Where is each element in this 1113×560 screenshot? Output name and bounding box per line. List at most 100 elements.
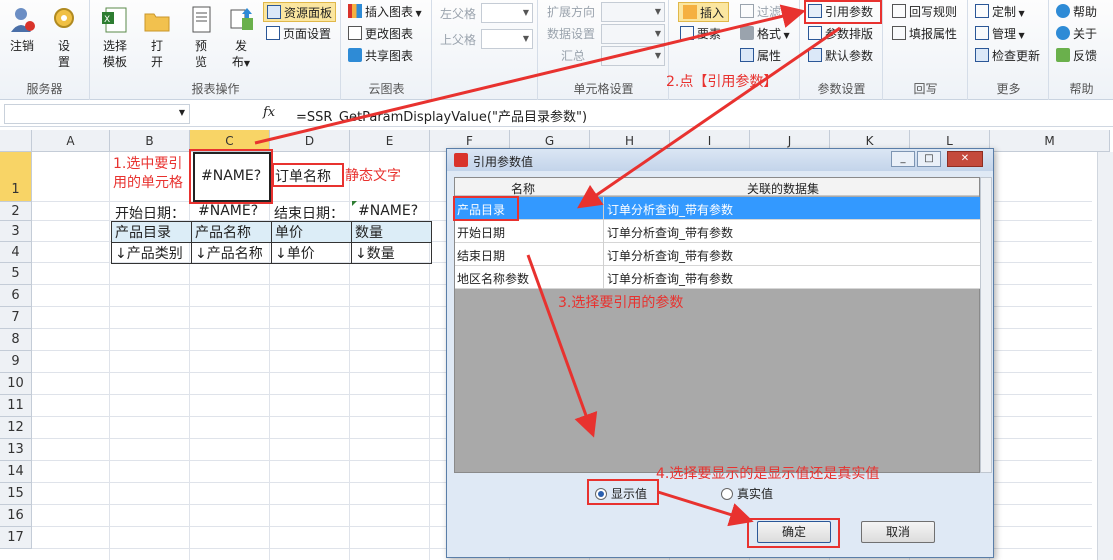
cell-e4[interactable]: ↓数量 [351, 242, 432, 264]
dialog-scrollbar[interactable] [980, 177, 992, 473]
change-chart-button[interactable]: 更改图表 [348, 24, 413, 44]
column-separator [603, 197, 604, 220]
row-header-16[interactable]: 16 [0, 505, 32, 527]
formula-input[interactable]: =SSR_GetParamDisplayValue("产品目录参数") [296, 106, 587, 125]
radio-real-value[interactable]: 真实值 [721, 485, 773, 502]
column-header-e[interactable]: E [350, 130, 430, 152]
cell-b4[interactable]: ↓产品类别 [111, 242, 192, 264]
summary-combo[interactable]: ▼ [601, 46, 665, 66]
cell-c3[interactable]: 产品名称 [191, 221, 272, 243]
manage-button[interactable]: 管理 ▼ [975, 24, 1025, 44]
row-header-3[interactable]: 3 [0, 221, 32, 242]
dropdown-arrow-icon: ▼ [781, 31, 790, 40]
cell-b2[interactable]: 开始日期： [115, 203, 185, 223]
elements-button[interactable]: 要素 [680, 24, 721, 44]
column-header-a[interactable]: A [32, 130, 110, 152]
writeback-rule-button[interactable]: 回写规则 [892, 2, 957, 22]
row-header-1[interactable]: 1 [0, 152, 32, 202]
row-header-17[interactable]: 17 [0, 527, 32, 549]
format-button[interactable]: 格式 ▼ [740, 24, 790, 44]
expand-direction-combo[interactable]: ▼ [601, 2, 665, 22]
error-indicator-icon [352, 201, 357, 206]
param-row[interactable]: 地区名称参数 订单分析查询_带有参数 [455, 266, 987, 289]
row-header-11[interactable]: 11 [0, 395, 32, 417]
column-header-m[interactable]: M [990, 130, 1110, 152]
cell-d2[interactable]: 结束日期： [274, 203, 344, 223]
top-parent-combo[interactable]: ▼ [481, 29, 533, 49]
row-header-6[interactable]: 6 [0, 285, 32, 307]
highlight-ok-button [747, 518, 840, 548]
param-list: 名称 关联的数据集 产品目录 订单分析查询_带有参数 开始日期 订单分析查询_带有参数… [454, 177, 987, 473]
customize-button[interactable]: 定制 ▼ [975, 2, 1025, 22]
row-header-4[interactable]: 4 [0, 242, 32, 263]
cell-e2[interactable]: #NAME? [358, 203, 418, 219]
maximize-button[interactable]: □ [917, 151, 941, 167]
row-header-12[interactable]: 12 [0, 417, 32, 439]
share-chart-button[interactable]: 共享图表 [348, 46, 413, 66]
name-box[interactable]: ▼ [4, 104, 190, 124]
cell-c2[interactable]: #NAME? [198, 203, 258, 219]
cancel-button[interactable]: 取消 [861, 521, 935, 543]
row-header-10[interactable]: 10 [0, 373, 32, 395]
row-header-14[interactable]: 14 [0, 461, 32, 483]
param-row[interactable]: 产品目录 订单分析查询_带有参数 [455, 197, 987, 220]
panel-icon [267, 5, 281, 19]
annotation-step1-line1: 1.选中要引 [113, 156, 183, 172]
select-template-button[interactable]: X 选择 模板 [95, 4, 135, 70]
publish-button[interactable]: 发 布▼ [221, 4, 261, 72]
row-header-2[interactable]: 2 [0, 202, 32, 221]
row-header-5[interactable]: 5 [0, 263, 32, 285]
param-row[interactable]: 结束日期 订单分析查询_带有参数 [455, 243, 987, 266]
param-layout-button[interactable]: 参数排版 [808, 24, 873, 44]
grid-vline [429, 152, 430, 560]
column-header-dataset: 关联的数据集 [747, 182, 820, 196]
row-header-9[interactable]: 9 [0, 351, 32, 373]
preview-button[interactable]: 预 览 [181, 4, 221, 70]
resource-panel-button[interactable]: 资源面板 [263, 2, 337, 22]
param-name: 结束日期 [457, 249, 506, 263]
filter-button[interactable]: 过滤 [740, 2, 781, 22]
gear-icon [54, 8, 74, 28]
param-row[interactable]: 开始日期 订单分析查询_带有参数 [455, 220, 987, 243]
fill-attribute-button[interactable]: 填报属性 [892, 24, 957, 44]
default-param-button[interactable]: 默认参数 [808, 46, 873, 66]
page-setup-button[interactable]: 页面设置 [266, 24, 331, 44]
fx-icon[interactable]: fx [263, 105, 275, 120]
logout-button[interactable]: 注销 [2, 4, 42, 54]
column-header-b[interactable]: B [110, 130, 190, 152]
annotation-static-text: 静态文字 [345, 168, 401, 184]
dropdown-arrow-icon: ▼ [1016, 31, 1025, 40]
cell-d4[interactable]: ↓单价 [271, 242, 352, 264]
row-header-15[interactable]: 15 [0, 483, 32, 505]
about-button[interactable]: 关于 [1056, 24, 1097, 44]
settings-button[interactable]: 设 置 [44, 4, 84, 70]
cell-b3[interactable]: 产品目录 [111, 221, 192, 243]
check-update-button[interactable]: 检查更新 [975, 46, 1040, 66]
insert-button[interactable]: 插入 [678, 2, 730, 22]
feedback-button[interactable]: 反馈 [1056, 46, 1097, 66]
close-button[interactable]: ✕ [947, 151, 983, 167]
dropdown-arrow-icon: ▼ [522, 8, 529, 17]
param-dataset: 订单分析查询_带有参数 [607, 249, 734, 263]
insert-chart-button[interactable]: 插入图表 ▼ [348, 2, 422, 22]
dialog-titlebar[interactable]: 引用参数值 _ □ ✕ [447, 149, 993, 171]
data-setting-combo[interactable]: ▼ [601, 24, 665, 44]
row-header-8[interactable]: 8 [0, 329, 32, 351]
grid-vline [109, 152, 110, 560]
column-header-name: 名称 [511, 182, 536, 196]
left-parent-combo[interactable]: ▼ [481, 3, 533, 23]
group-label-cloud-chart: 云图表 [368, 82, 405, 96]
open-button[interactable]: 打 开 [137, 4, 177, 70]
row-header-13[interactable]: 13 [0, 439, 32, 461]
ribbon-group-server: 注销 设 置 服务器 [0, 0, 90, 100]
cell-e3[interactable]: 数量 [351, 221, 432, 243]
select-all-corner[interactable] [0, 130, 32, 152]
cell-c4[interactable]: ↓产品名称 [191, 242, 272, 264]
help-button[interactable]: 帮助 [1056, 2, 1097, 22]
minimize-button[interactable]: _ [891, 151, 915, 167]
attributes-button[interactable]: 属性 [740, 46, 781, 66]
cell-d3[interactable]: 单价 [271, 221, 352, 243]
vertical-scrollbar[interactable] [1097, 152, 1113, 560]
row-header-7[interactable]: 7 [0, 307, 32, 329]
column-header-d[interactable]: D [270, 130, 350, 152]
